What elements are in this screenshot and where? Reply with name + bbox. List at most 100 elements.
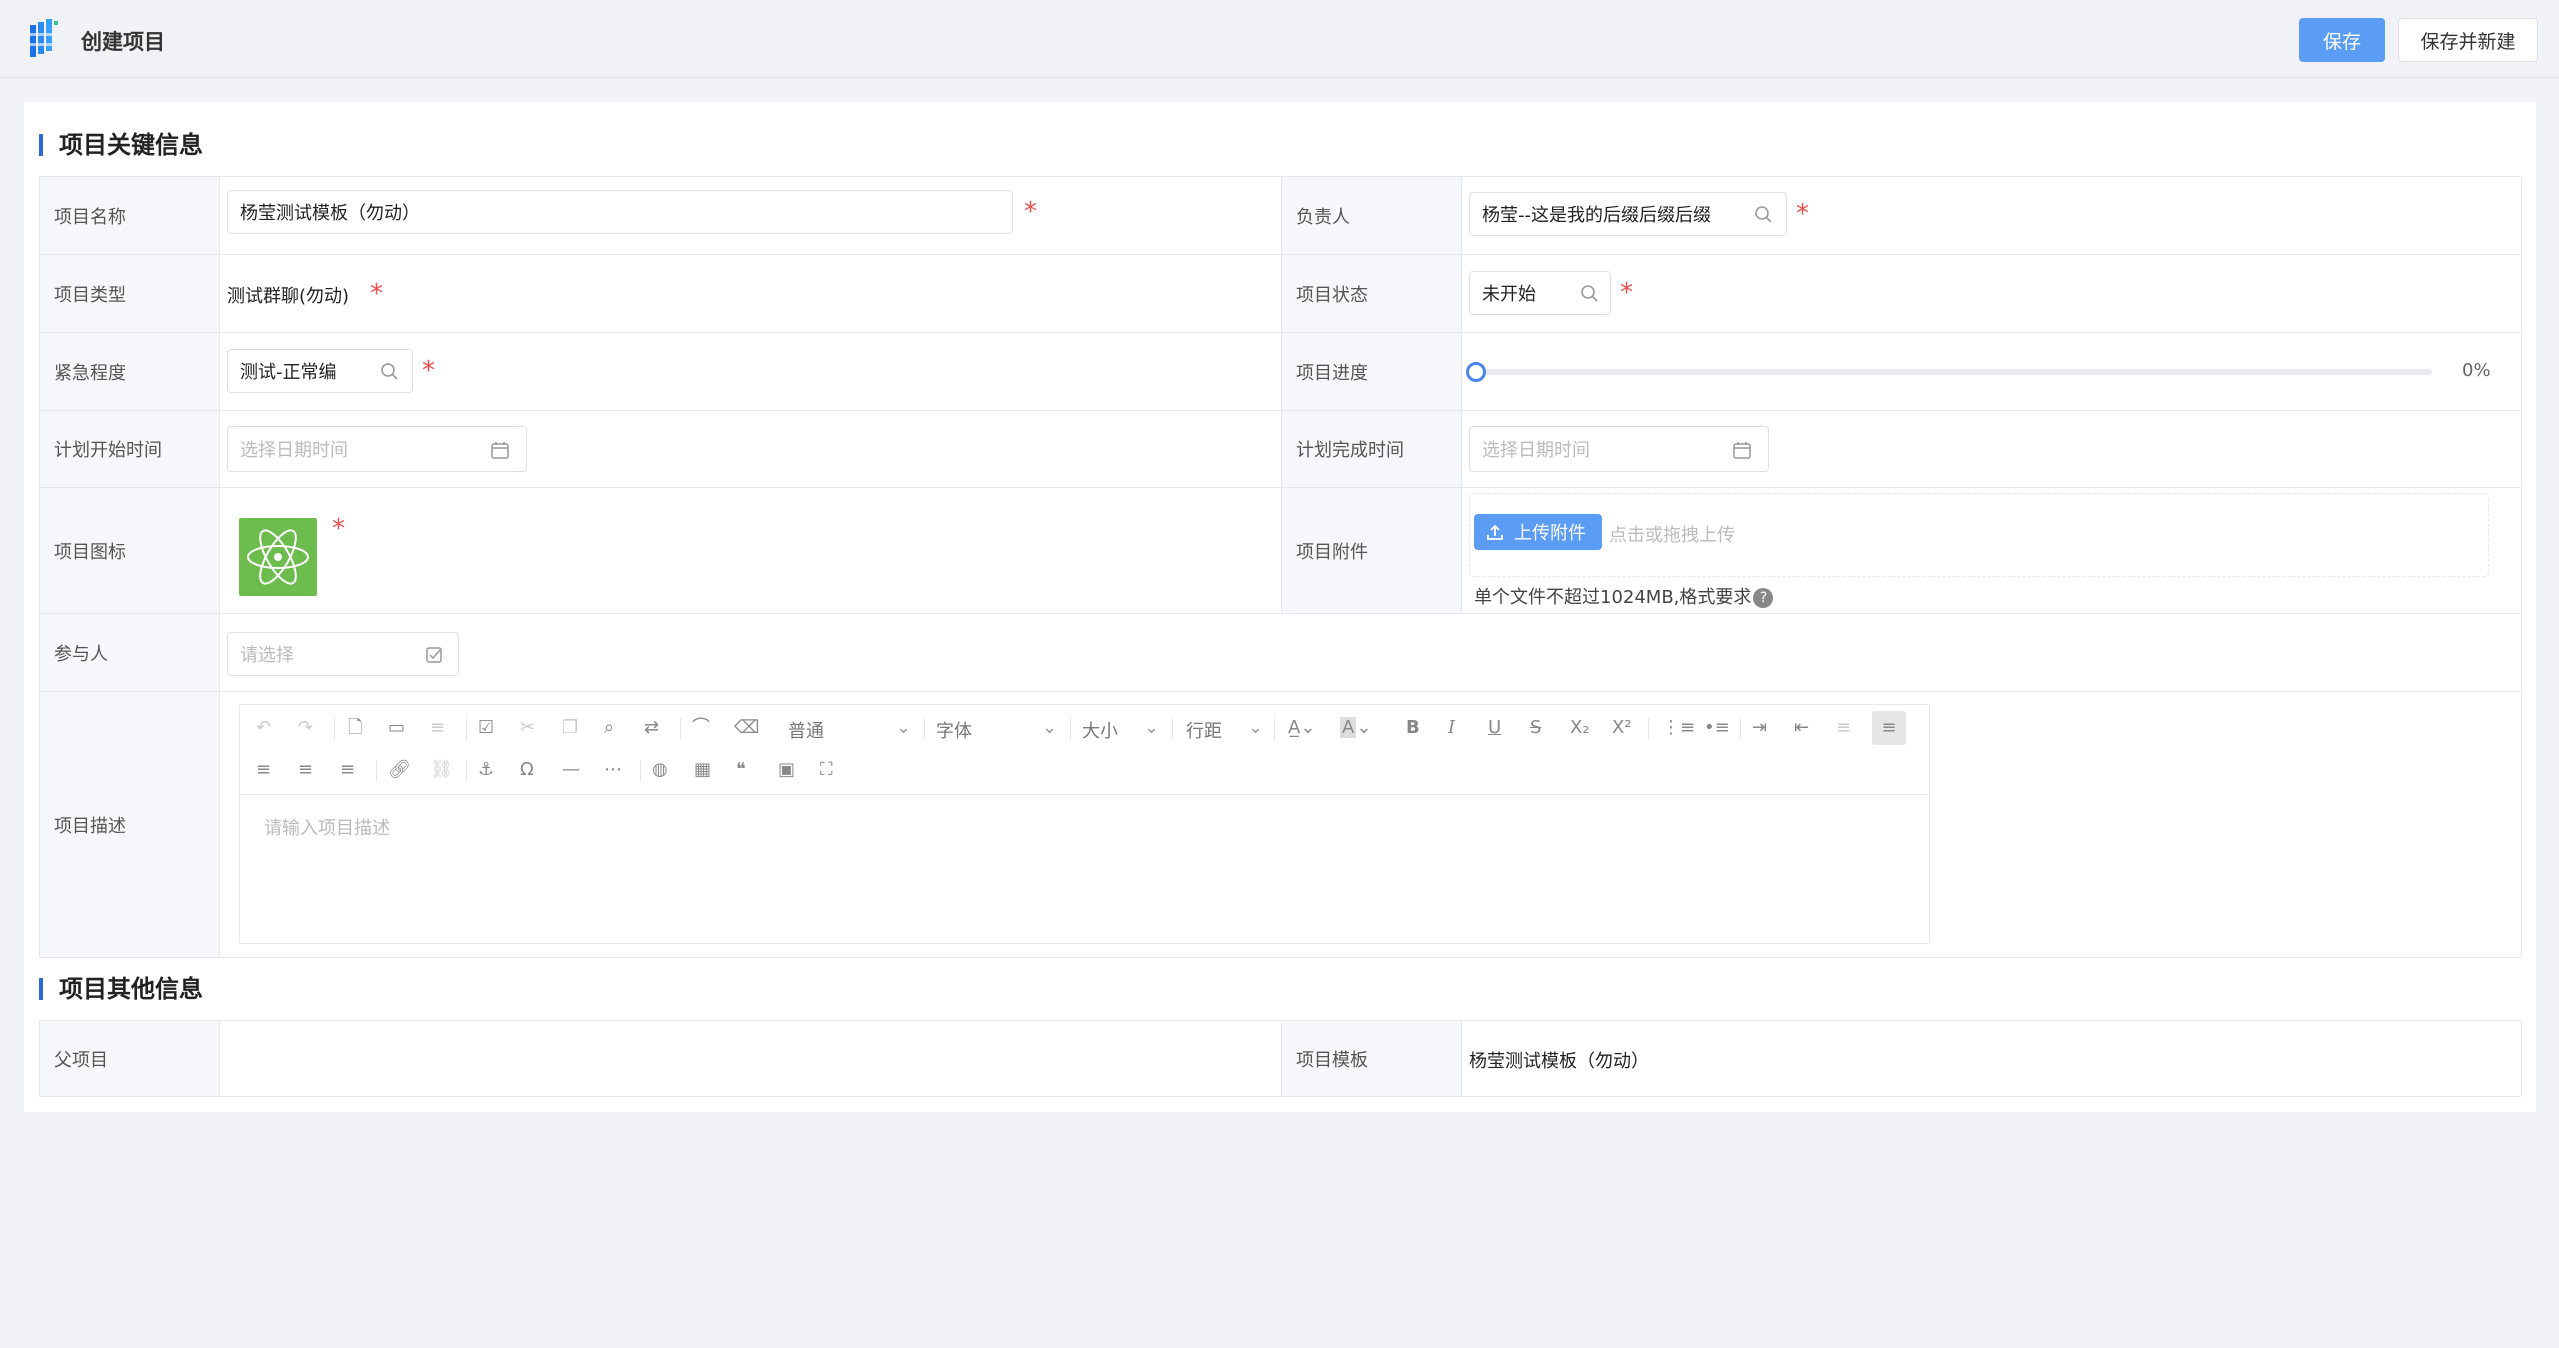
line-height-select[interactable]: 行距 ⌄ (1186, 717, 1263, 743)
paragraph-style-value: 普通 (788, 721, 824, 742)
fullscreen-icon[interactable]: ⛶ (820, 759, 833, 781)
chevron-down-icon: ⌄ (1248, 717, 1264, 738)
code-block-icon[interactable]: ▭ (388, 717, 405, 739)
parent-project-field[interactable] (220, 1021, 1282, 1096)
progress-slider-track[interactable] (1474, 369, 2432, 375)
form-row-description: 项目描述 ↶ ↷ 🗋 ▭ ≡ ☑ ✂ ❐ ⌕ ⇄ ⌒ ⌫ 普通 ⌄ 字体 ⌄ 大… (40, 692, 2522, 958)
redo-icon[interactable]: ↷ (298, 717, 313, 739)
label-participants: 参与人 (40, 614, 220, 691)
font-family-select[interactable]: 字体 ⌄ (936, 717, 1057, 743)
indent-icon[interactable]: ⇥ (1752, 717, 1767, 739)
unlink-icon[interactable]: ⛓︎ (430, 759, 453, 781)
align-left-icon[interactable]: ≡ (1872, 711, 1906, 745)
required-mark: * (1620, 278, 1633, 308)
search-icon (1755, 206, 1772, 223)
label-plan-end: 计划完成时间 (1282, 411, 1462, 487)
attachment-limit-text: 单个文件不超过1024MB,格式要求 (1474, 587, 1752, 608)
emoji-icon[interactable]: ◍ (652, 759, 668, 781)
upload-drop-hint: 点击或拖拽上传 (1609, 525, 1735, 546)
replace-icon[interactable]: ⇄ (644, 717, 659, 739)
form-row-icon: 项目图标 * 项目附件 上传附件 点击或拖拽上传 单个文件不超过1024MB,格… (40, 488, 2522, 614)
align-center-icon[interactable]: ≡ (256, 759, 271, 781)
table-icon[interactable]: ▦ (694, 759, 711, 781)
owner-value: 杨莹--这是我的后缀后缀后缀 (1482, 205, 1711, 226)
line-spacing-icon[interactable]: ≡ (1836, 717, 1851, 739)
project-name-input[interactable]: 杨莹测试模板（勿动） (227, 190, 1013, 234)
owner-select[interactable]: 杨莹--这是我的后缀后缀后缀 (1469, 192, 1787, 236)
task-list-icon[interactable]: ☑ (478, 717, 494, 739)
required-mark: * (1796, 199, 1809, 229)
form-row-participants: 参与人 请选择 (40, 614, 2522, 692)
section-title-other-info: 项目其他信息 (39, 974, 203, 1004)
editor-content-area[interactable]: 请输入项目描述 (240, 796, 1929, 943)
top-header: 创建项目 保存 保存并新建 (0, 0, 2559, 78)
font-color-icon[interactable]: A̲⌄ (1288, 717, 1315, 739)
font-size-select[interactable]: 大小 ⌄ (1082, 717, 1159, 743)
chevron-down-icon: ⌄ (1144, 717, 1160, 738)
cut-icon[interactable]: ✂ (520, 717, 535, 739)
label-project-icon: 项目图标 (40, 488, 220, 613)
progress-percent: 0% (2462, 360, 2491, 381)
search-icon (381, 363, 398, 380)
project-type-value: 测试群聊(勿动) (227, 286, 350, 307)
progress-slider-handle[interactable] (1466, 362, 1486, 382)
participants-select[interactable]: 请选择 (227, 632, 459, 676)
underline-icon[interactable]: U (1488, 717, 1501, 739)
form-row-name: 项目名称 杨莹测试模板（勿动） * 负责人 杨莹--这是我的后缀后缀后缀 * (40, 177, 2522, 255)
image-icon[interactable]: ▣ (778, 759, 795, 781)
calendar-icon (1733, 442, 1751, 459)
project-icon-picker[interactable] (239, 518, 317, 596)
upload-icon (1487, 524, 1503, 540)
outdent-icon[interactable]: ⇤ (1794, 717, 1809, 739)
search-icon (1581, 285, 1598, 302)
status-select[interactable]: 未开始 (1469, 271, 1611, 315)
strikethrough-format-icon[interactable]: ≡ (430, 717, 445, 739)
new-document-icon[interactable]: 🗋 (348, 717, 362, 739)
special-char-icon[interactable]: Ω (520, 759, 534, 781)
clear-format-icon[interactable]: ⌫ (734, 717, 759, 739)
project-name-value: 杨莹测试模板（勿动） (240, 203, 420, 224)
superscript-icon[interactable]: X² (1612, 717, 1632, 739)
highlight-color-icon[interactable]: A ⌄ (1340, 717, 1371, 739)
subscript-icon[interactable]: X₂ (1570, 717, 1590, 739)
form-row-dates: 计划开始时间 选择日期时间 计划完成时间 选择日期时间 (40, 411, 2522, 488)
chevron-down-icon: ⌄ (1042, 717, 1058, 738)
undo-icon[interactable]: ↶ (256, 717, 271, 739)
upload-button-label: 上传附件 (1514, 523, 1586, 544)
paragraph-style-select[interactable]: 普通 ⌄ (788, 717, 911, 743)
save-and-new-button[interactable]: 保存并新建 (2398, 18, 2538, 62)
strikethrough-icon[interactable]: S (1530, 717, 1541, 739)
label-urgency: 紧急程度 (40, 333, 220, 410)
plan-end-datepicker[interactable]: 选择日期时间 (1469, 426, 1769, 472)
editor-toolbar: ↶ ↷ 🗋 ▭ ≡ ☑ ✂ ❐ ⌕ ⇄ ⌒ ⌫ 普通 ⌄ 字体 ⌄ 大小 ⌄ 行… (240, 705, 1929, 795)
label-plan-start: 计划开始时间 (40, 411, 220, 487)
blockquote-icon[interactable]: ❝ (736, 759, 746, 781)
attachment-dropzone[interactable]: 上传附件 点击或拖拽上传 (1469, 493, 2489, 577)
line-height-value: 行距 (1186, 721, 1222, 742)
bullet-list-icon[interactable]: •≡ (1704, 717, 1730, 739)
italic-icon[interactable]: I (1448, 717, 1455, 739)
label-template: 项目模板 (1282, 1021, 1462, 1096)
page-title: 创建项目 (81, 30, 165, 54)
label-owner: 负责人 (1282, 177, 1462, 254)
label-project-name: 项目名称 (40, 177, 220, 254)
ordered-list-icon[interactable]: ⋮≡ (1662, 717, 1695, 739)
plan-start-datepicker[interactable]: 选择日期时间 (227, 426, 527, 472)
page-break-icon[interactable]: ⋯ (604, 759, 622, 781)
bold-icon[interactable]: B (1406, 717, 1420, 739)
urgency-select[interactable]: 测试-正常编 (227, 349, 413, 393)
label-project-type: 项目类型 (40, 255, 220, 332)
plan-end-placeholder: 选择日期时间 (1482, 440, 1590, 461)
find-icon[interactable]: ⌕ (604, 717, 614, 739)
copy-icon[interactable]: ❐ (562, 717, 578, 739)
help-icon[interactable]: ? (1753, 588, 1774, 608)
save-button[interactable]: 保存 (2299, 18, 2385, 62)
align-justify-icon[interactable]: ≡ (340, 759, 355, 781)
horizontal-rule-icon[interactable]: — (562, 759, 580, 781)
anchor-icon[interactable]: ⚓︎ (478, 759, 494, 781)
chevron-down-icon: ⌄ (896, 717, 912, 738)
format-painter-icon[interactable]: ⌒ (692, 717, 710, 739)
link-icon[interactable]: 🔗︎ (388, 759, 411, 781)
align-right-icon[interactable]: ≡ (298, 759, 313, 781)
upload-attachment-button[interactable]: 上传附件 (1474, 514, 1602, 550)
